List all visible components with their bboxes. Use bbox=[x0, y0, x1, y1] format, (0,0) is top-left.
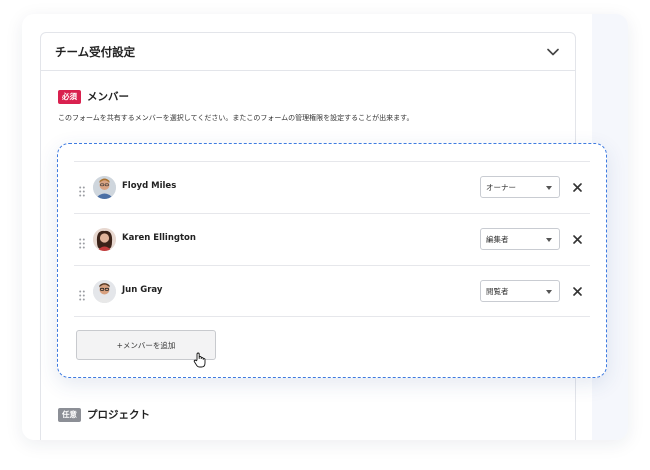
required-badge: 必須 bbox=[58, 89, 81, 104]
member-name: Jun Gray bbox=[122, 285, 163, 295]
avatar bbox=[93, 280, 116, 303]
close-icon[interactable] bbox=[570, 232, 584, 246]
role-select-value: オーナー bbox=[486, 183, 516, 192]
members-section-label: 必須 メンバー bbox=[58, 89, 129, 104]
role-select[interactable]: オーナー bbox=[480, 176, 560, 198]
drag-handle-icon[interactable] bbox=[79, 286, 85, 301]
panel-header[interactable]: チーム受付設定 bbox=[41, 33, 575, 71]
caret-down-icon bbox=[546, 238, 552, 242]
member-name: Karen Ellington bbox=[122, 233, 196, 243]
hand-cursor-icon bbox=[193, 352, 207, 368]
optional-badge: 任意 bbox=[58, 407, 81, 422]
chevron-down-icon[interactable] bbox=[545, 44, 561, 60]
drag-handle-icon[interactable] bbox=[79, 234, 85, 249]
close-icon[interactable] bbox=[570, 180, 584, 194]
avatar bbox=[93, 176, 116, 199]
panel-title: チーム受付設定 bbox=[55, 44, 136, 59]
member-list-card: Floyd Miles オーナー Karen Ellington 編集者 Jun… bbox=[57, 143, 607, 378]
drag-handle-icon[interactable] bbox=[79, 182, 85, 197]
caret-down-icon bbox=[546, 186, 552, 190]
members-description: このフォームを共有するメンバーを選択してください。またこのフォームの管理権限を設… bbox=[58, 114, 414, 122]
project-section-label: 任意 プロジェクト bbox=[58, 407, 150, 422]
members-section-title: メンバー bbox=[87, 91, 129, 103]
avatar bbox=[93, 228, 116, 251]
role-select-value: 閲覧者 bbox=[486, 287, 509, 296]
close-icon[interactable] bbox=[570, 284, 584, 298]
member-row: Jun Gray 閲覧者 bbox=[74, 265, 590, 317]
project-section-title: プロジェクト bbox=[87, 409, 150, 421]
member-name: Floyd Miles bbox=[122, 181, 177, 191]
member-row: Karen Ellington 編集者 bbox=[74, 213, 590, 265]
caret-down-icon bbox=[546, 290, 552, 294]
role-select[interactable]: 閲覧者 bbox=[480, 280, 560, 302]
role-select-value: 編集者 bbox=[486, 235, 509, 244]
member-row: Floyd Miles オーナー bbox=[74, 161, 590, 213]
role-select[interactable]: 編集者 bbox=[480, 228, 560, 250]
